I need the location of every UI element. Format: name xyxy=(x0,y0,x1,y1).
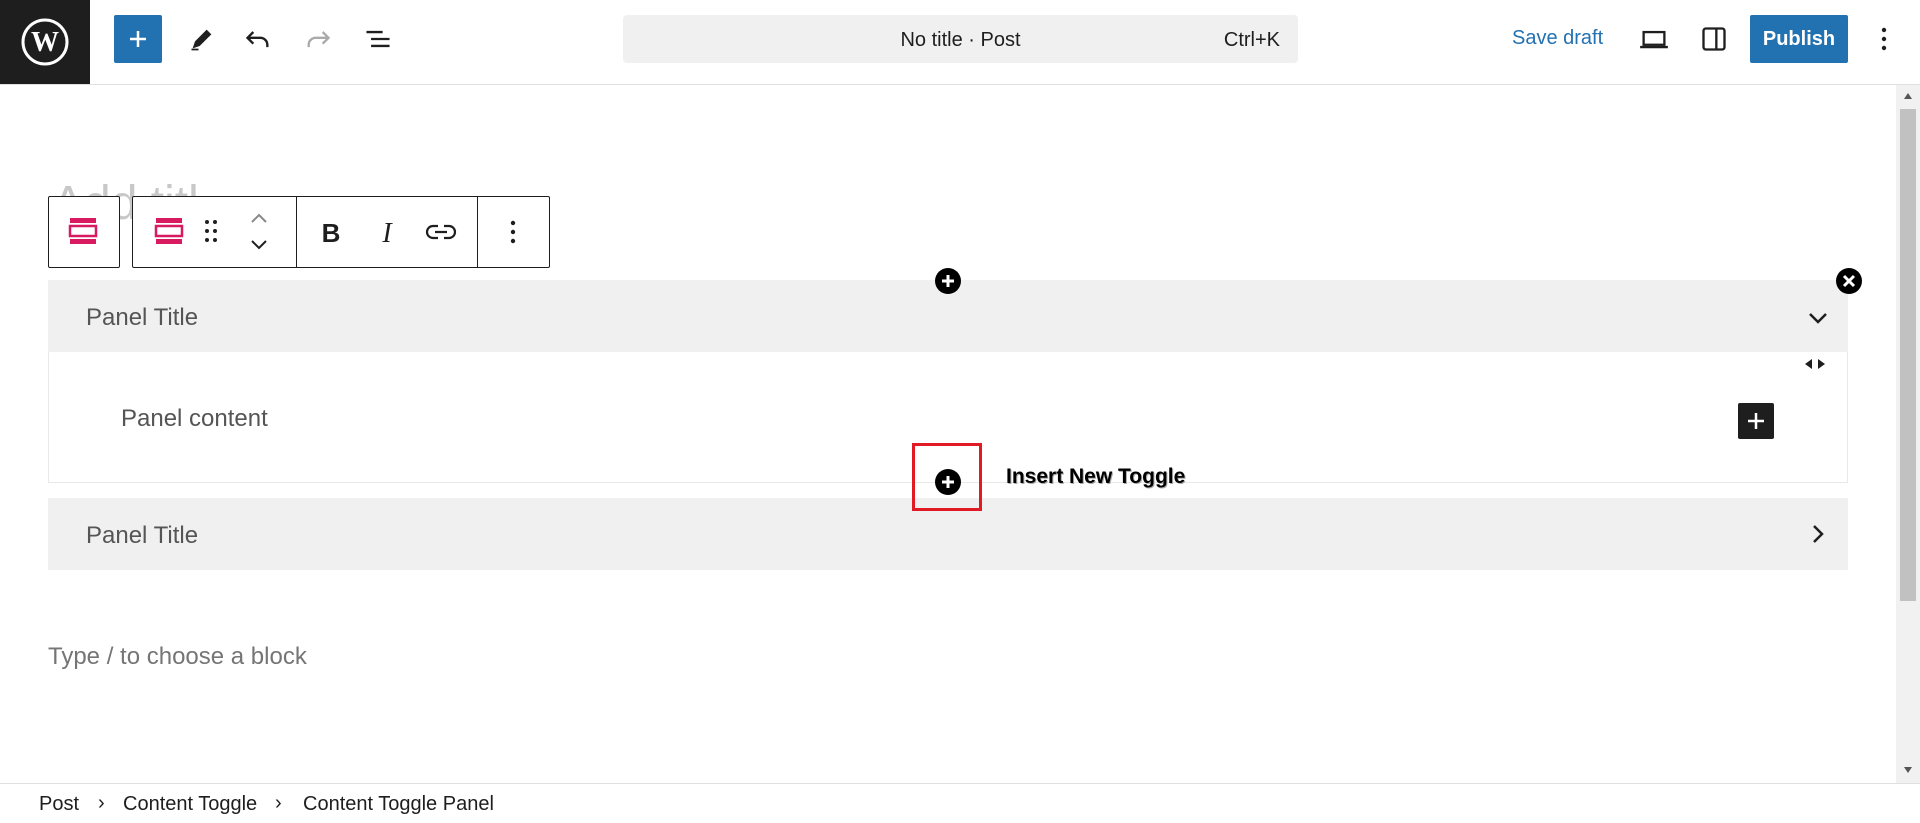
options-button[interactable] xyxy=(1864,15,1904,63)
panel-title[interactable]: Panel Title xyxy=(86,522,198,550)
redo-button[interactable] xyxy=(294,15,342,63)
scroll-up-arrow-icon[interactable] xyxy=(1902,91,1914,101)
breadcrumb-item-post[interactable]: Post xyxy=(39,793,79,816)
command-shortcut-hint: Ctrl+K xyxy=(1223,29,1280,51)
plus-circle-icon xyxy=(942,275,954,287)
add-panel-above-button[interactable] xyxy=(935,268,961,294)
breadcrumb-separator-icon: › xyxy=(98,792,105,814)
wordpress-logo-button[interactable]: W xyxy=(0,0,90,84)
parent-block-selector[interactable] xyxy=(48,196,120,268)
insert-new-toggle-label: Insert New Toggle xyxy=(1006,465,1186,488)
block-options-group xyxy=(478,197,549,267)
plus-icon xyxy=(1748,413,1764,429)
preview-button[interactable] xyxy=(1630,15,1678,63)
add-block-button[interactable] xyxy=(114,15,162,63)
breadcrumb-item-content-toggle[interactable]: Content Toggle xyxy=(123,793,257,816)
redo-icon xyxy=(307,31,331,48)
sidebar-icon xyxy=(1702,27,1726,51)
plus-circle-icon xyxy=(942,476,954,488)
close-circle-icon xyxy=(1842,274,1856,288)
add-block-in-panel-button[interactable] xyxy=(1738,403,1774,439)
content-toggle-block-icon xyxy=(68,218,98,244)
undo-icon xyxy=(245,31,269,48)
list-view-button[interactable] xyxy=(354,15,402,63)
tools-button[interactable] xyxy=(178,15,226,63)
svg-text:W: W xyxy=(31,27,59,58)
settings-sidebar-button[interactable] xyxy=(1690,15,1738,63)
editor-scrollbar[interactable] xyxy=(1896,85,1920,783)
more-vertical-icon[interactable] xyxy=(509,219,517,245)
publish-button[interactable]: Publish xyxy=(1750,15,1848,63)
link-icon[interactable] xyxy=(425,219,457,245)
document-title: No title · Post xyxy=(900,29,1021,51)
chevron-right-icon[interactable] xyxy=(1806,522,1830,546)
panel-content[interactable]: Panel content xyxy=(121,405,268,433)
block-appender-placeholder[interactable]: Type / to choose a block xyxy=(48,643,307,671)
breadcrumb-separator-icon: › xyxy=(275,792,282,814)
svg-text:I: I xyxy=(381,218,393,247)
save-draft-button[interactable]: Save draft xyxy=(1512,27,1603,50)
plus-icon xyxy=(130,31,146,47)
move-down-icon[interactable] xyxy=(249,238,269,252)
breadcrumb: Post › Content Toggle › Content Toggle P… xyxy=(0,783,1920,823)
content-toggle-panel-block-icon[interactable] xyxy=(154,216,184,246)
move-up-icon[interactable] xyxy=(249,211,269,225)
remove-panel-button[interactable] xyxy=(1836,268,1862,294)
panel-title[interactable]: Panel Title xyxy=(86,304,198,332)
scroll-down-arrow-icon[interactable] xyxy=(1902,765,1914,775)
block-toolbar: B I xyxy=(132,196,550,268)
resize-arrows-icon[interactable] xyxy=(1804,357,1826,371)
editor-header: W No title · Post Ctrl+K Save draft Publ… xyxy=(0,0,1920,85)
undo-button[interactable] xyxy=(234,15,282,63)
drag-handle-icon[interactable] xyxy=(203,218,219,244)
italic-icon[interactable]: I xyxy=(375,217,399,247)
block-tools-group xyxy=(133,197,297,267)
chevron-down-icon[interactable] xyxy=(1806,306,1830,330)
list-view-icon xyxy=(366,30,390,48)
wordpress-logo-icon: W xyxy=(21,18,69,66)
scrollbar-thumb[interactable] xyxy=(1900,109,1916,601)
format-tools-group: B I xyxy=(297,197,478,267)
svg-text:B: B xyxy=(322,218,341,247)
more-vertical-icon xyxy=(1881,27,1887,51)
insert-new-toggle-button[interactable] xyxy=(935,469,961,495)
pencil-icon xyxy=(191,29,212,51)
desktop-icon xyxy=(1640,30,1668,49)
bold-icon[interactable]: B xyxy=(319,217,343,247)
command-palette-bar[interactable]: No title · Post Ctrl+K xyxy=(623,15,1298,63)
breadcrumb-item-content-toggle-panel[interactable]: Content Toggle Panel xyxy=(303,793,494,816)
